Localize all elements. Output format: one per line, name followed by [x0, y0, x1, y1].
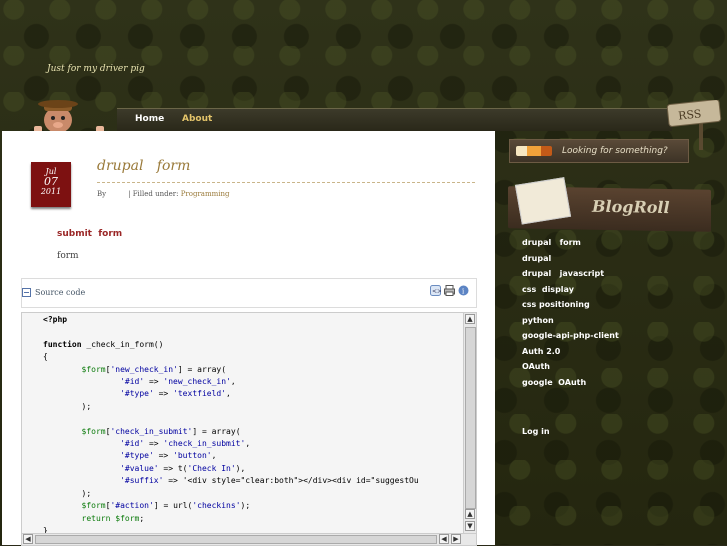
blogroll-link[interactable]: drupal form — [522, 238, 619, 254]
collapse-icon[interactable] — [22, 288, 31, 297]
search-input[interactable] — [560, 144, 684, 158]
blogroll-link[interactable]: css display — [522, 285, 619, 301]
code-line: function _check_in_form() — [43, 339, 164, 349]
code-line: '#id' => 'new_check_in', — [120, 377, 236, 387]
vertical-scrollbar[interactable]: ▲ ▲ ▼ — [463, 313, 476, 533]
scroll-up-icon-2[interactable]: ▲ — [465, 509, 475, 519]
paper-icon — [514, 177, 572, 225]
code-line: $form['check_in_submit'] = array( — [81, 426, 241, 436]
scroll-up-icon[interactable]: ▲ — [465, 314, 475, 324]
code-line: ); — [43, 401, 92, 411]
pencil-icon — [516, 146, 552, 156]
post-meta: By | Filled under: Programming — [97, 190, 229, 198]
blogroll-link[interactable]: drupal — [522, 254, 619, 270]
code-line: $form['new_check_in'] = array( — [81, 364, 227, 374]
rss-label: RSS — [678, 107, 702, 122]
title-divider — [97, 182, 475, 183]
code-line: $form['#action'] = url('checkins'); — [81, 501, 251, 511]
scroll-right-icon[interactable]: ▶ — [451, 534, 461, 544]
blogroll-link[interactable]: OAuth — [522, 362, 619, 378]
scroll-thumb-horizontal[interactable] — [35, 535, 437, 544]
blogroll-title: BlogRoll — [592, 196, 670, 218]
code-header: Source code <> i — [21, 278, 477, 308]
blogroll-link[interactable]: css positioning — [522, 300, 619, 316]
blogroll-banner: BlogRoll — [508, 177, 711, 232]
svg-text:<>: <> — [432, 288, 441, 295]
post-link[interactable]: submit form — [57, 229, 122, 239]
view-source-icon[interactable]: <> — [430, 285, 441, 296]
meta-category-link[interactable]: Programming — [181, 190, 230, 198]
login-link[interactable]: Log in — [522, 427, 550, 436]
post-date-badge: Jul 07 2011 — [31, 162, 71, 207]
horizontal-scrollbar[interactable]: ◀ ◀ ▶ — [22, 533, 476, 545]
search-box[interactable] — [509, 139, 689, 163]
code-line: return $form; — [81, 513, 145, 523]
scroll-down-icon[interactable]: ▼ — [465, 521, 475, 531]
date-day: 07 — [44, 175, 58, 188]
pig-mascot-icon — [34, 100, 104, 134]
info-icon[interactable]: i — [458, 285, 469, 296]
code-line: { — [43, 352, 48, 362]
scroll-thumb-vertical[interactable] — [465, 327, 476, 509]
meta-filed: | Filled under: — [128, 190, 179, 198]
code-line: '#value' => t('Check In'), — [120, 463, 246, 473]
blogroll-link[interactable]: python — [522, 316, 619, 332]
code-line: ); — [43, 488, 92, 498]
blogroll-link[interactable]: Auth 2.0 — [522, 347, 619, 363]
code-line: '#type' => 'textfield', — [120, 389, 231, 399]
date-year: 2011 — [40, 187, 62, 196]
code-viewer[interactable]: <?php function _check_in_form() { $form['… — [21, 312, 477, 546]
blogroll-list: drupal form drupal drupal javascript css di… — [522, 238, 619, 393]
site-tagline: Just for my driver pig — [47, 64, 145, 74]
nav-about[interactable]: About — [182, 114, 212, 124]
scroll-left-icon-2[interactable]: ◀ — [439, 534, 449, 544]
source-code[interactable]: <?php function _check_in_form() { $form['… — [22, 313, 476, 534]
nav-home[interactable]: Home — [135, 114, 164, 124]
blogroll-link[interactable]: google OAuth — [522, 378, 619, 394]
main-navigation: Home About — [117, 108, 672, 131]
code-line: '#type' => 'button', — [120, 451, 217, 461]
scroll-left-icon[interactable]: ◀ — [23, 534, 33, 544]
code-label[interactable]: Source code — [35, 288, 85, 297]
meta-by: By — [97, 190, 107, 198]
code-line: '#suffix' => '<div style="clear:both"></… — [120, 476, 419, 486]
code-line: '#id' => 'check_in_submit', — [120, 439, 251, 449]
blogroll-link[interactable]: google-api-php-client — [522, 331, 619, 347]
print-icon[interactable] — [444, 285, 455, 296]
post-text: form — [57, 251, 79, 261]
blogroll-link[interactable]: drupal javascript — [522, 269, 619, 285]
post-title[interactable]: drupal form — [97, 158, 190, 174]
code-line: <?php — [43, 315, 68, 324]
